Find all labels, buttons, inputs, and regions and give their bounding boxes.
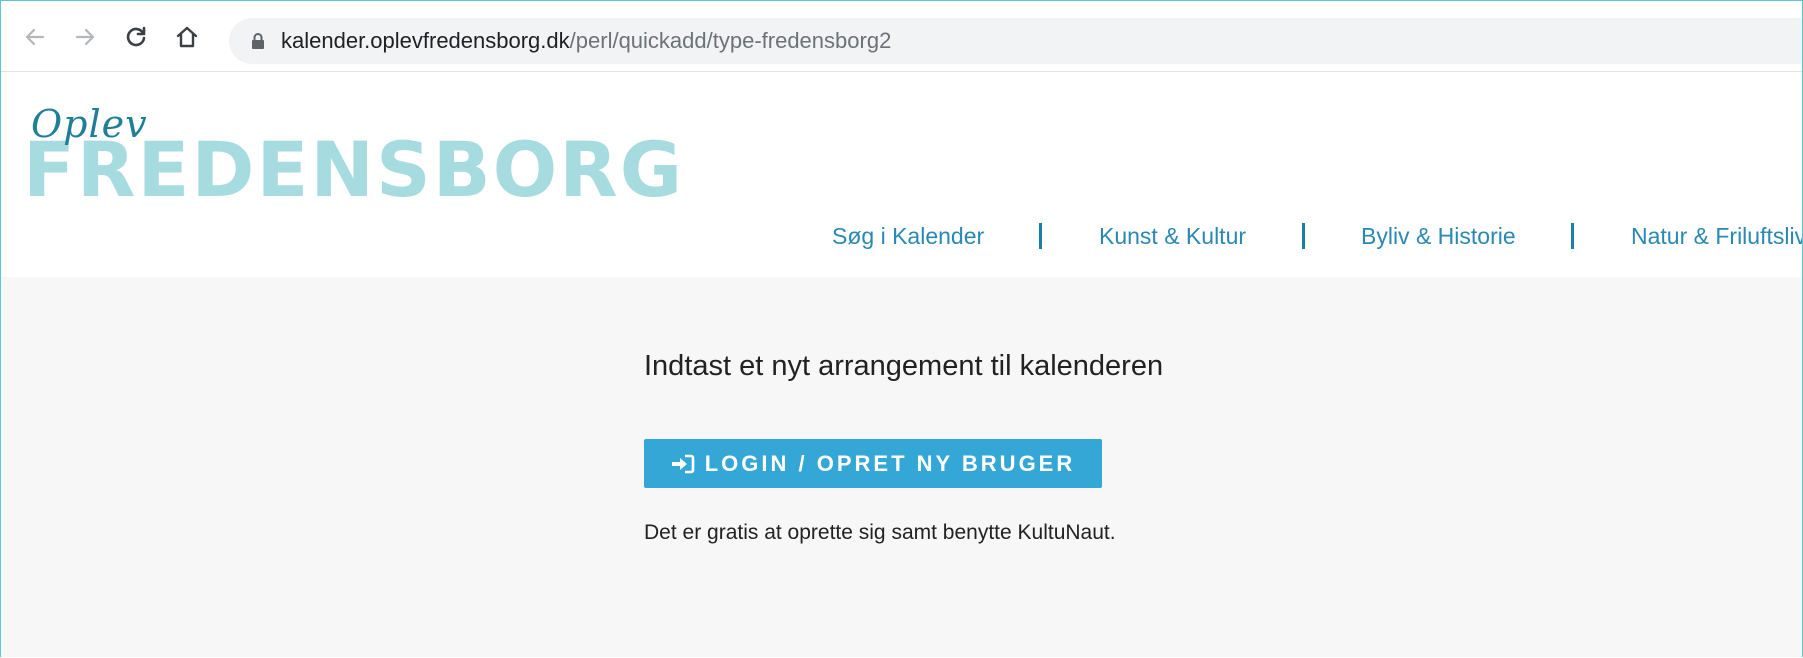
site-header: FREDENSBORG Oplev Søg i Kalender Kunst &… <box>1 72 1802 277</box>
address-bar[interactable]: kalender.oplevfredensborg.dk/perl/quicka… <box>229 18 1802 64</box>
url-text[interactable]: kalender.oplevfredensborg.dk/perl/quicka… <box>281 29 891 53</box>
free-signup-note: Det er gratis at oprette sig samt benytt… <box>644 521 1116 544</box>
nav-item-natur-friluftsliv[interactable]: Natur & Friluftsliv <box>1631 216 1802 256</box>
login-button[interactable]: LOGIN / OPRET NY BRUGER <box>644 439 1102 488</box>
page-heading: Indtast et nyt arrangement til kalendere… <box>644 350 1164 382</box>
nav-item-byliv-historie[interactable]: Byliv & Historie <box>1361 216 1516 256</box>
reload-icon[interactable] <box>118 19 154 55</box>
main-navigation: Søg i Kalender Kunst & Kultur Byliv & Hi… <box>1 216 1802 256</box>
lock-icon[interactable] <box>248 31 268 51</box>
site-logo[interactable]: FREDENSBORG Oplev <box>21 92 682 212</box>
nav-separator <box>1571 223 1574 249</box>
home-icon[interactable] <box>169 19 205 55</box>
nav-separator <box>1039 223 1042 249</box>
main-content: Indtast et nyt arrangement til kalendere… <box>1 277 1802 657</box>
nav-item-sog-i-kalender[interactable]: Søg i Kalender <box>832 216 984 256</box>
sign-in-icon <box>671 454 695 473</box>
back-arrow-icon[interactable] <box>17 19 53 55</box>
url-host: kalender.oplevfredensborg.dk <box>281 28 570 53</box>
logo-script-text: Oplev <box>31 102 148 146</box>
browser-toolbar: kalender.oplevfredensborg.dk/perl/quicka… <box>1 1 1802 72</box>
browser-window: kalender.oplevfredensborg.dk/perl/quicka… <box>0 0 1803 657</box>
nav-item-kunst-kultur[interactable]: Kunst & Kultur <box>1099 216 1246 256</box>
forward-arrow-icon[interactable] <box>67 19 103 55</box>
login-button-label: LOGIN / OPRET NY BRUGER <box>704 450 1076 476</box>
nav-separator <box>1302 223 1305 249</box>
url-path: /perl/quickadd/type-fredensborg2 <box>569 28 892 53</box>
